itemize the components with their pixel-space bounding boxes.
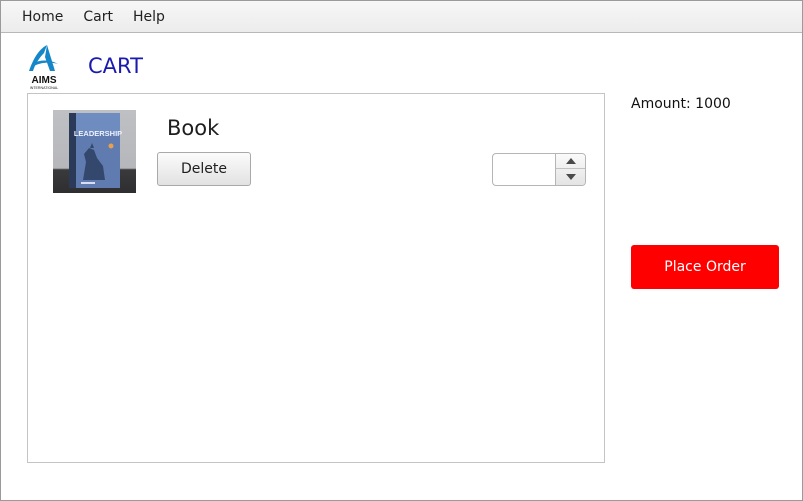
arrow-up-icon (565, 158, 576, 164)
arrow-down-icon (565, 174, 576, 180)
cart-item-list: LEADERSHIP Book Delete (27, 93, 605, 463)
book-cover-title: LEADERSHIP (74, 129, 122, 138)
app-window: Home Cart Help AIMS INTERNATIONAL CART L… (0, 0, 803, 501)
place-order-button[interactable]: Place Order (631, 245, 779, 289)
aims-logo: AIMS INTERNATIONAL (25, 43, 63, 91)
menu-help[interactable]: Help (123, 1, 175, 33)
book-thumbnail: LEADERSHIP (53, 110, 136, 193)
menu-home[interactable]: Home (12, 1, 73, 33)
amount-label: Amount: 1000 (631, 96, 731, 112)
logo-subtext: INTERNATIONAL (30, 86, 59, 90)
quantity-stepper[interactable] (492, 153, 586, 186)
item-title: Book (167, 116, 220, 140)
menu-bar: Home Cart Help (1, 1, 802, 33)
quantity-input[interactable] (493, 154, 557, 185)
delete-button[interactable]: Delete (157, 152, 251, 186)
decrement-button[interactable] (556, 169, 585, 185)
menu-cart[interactable]: Cart (73, 1, 123, 33)
logo-text: AIMS (32, 75, 57, 86)
page-title: CART (88, 54, 143, 78)
increment-button[interactable] (556, 154, 585, 169)
stepper-buttons (555, 154, 585, 185)
